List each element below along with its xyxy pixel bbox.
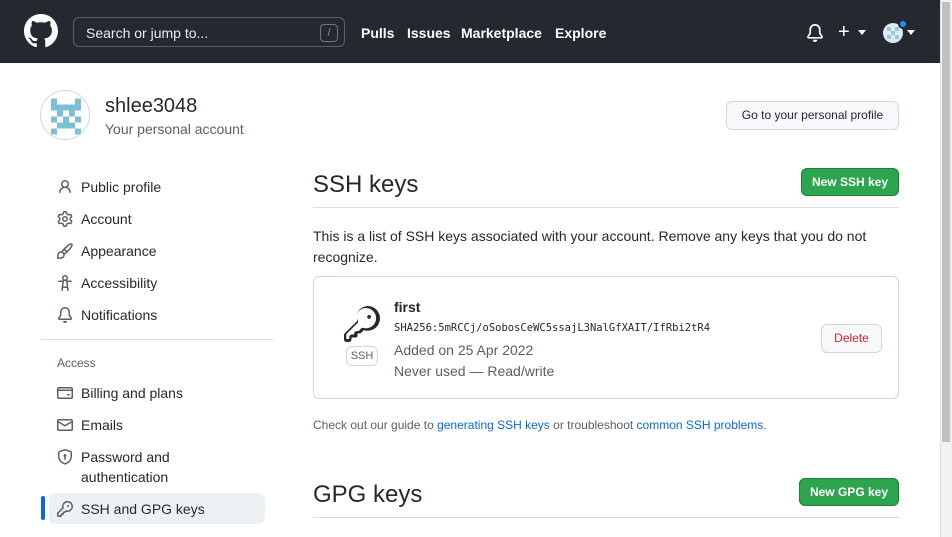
gpg-keys-heading: GPG keys	[313, 481, 423, 508]
nav-issues-link[interactable]: Issues	[407, 25, 451, 41]
key-icon	[57, 501, 73, 517]
nav-pulls-link[interactable]: Pulls	[361, 25, 394, 41]
scrollbar-thumb[interactable]	[942, 2, 950, 442]
search-shortcut-badge: /	[320, 24, 338, 42]
ssh-keys-heading: SSH keys	[313, 171, 419, 198]
ssh-heading-divider	[313, 207, 899, 208]
sidebar-item-label: SSH and GPG keys	[81, 501, 205, 517]
paintbrush-icon	[57, 243, 73, 259]
key-title: first	[394, 299, 421, 315]
search-input[interactable]: Search or jump to... /	[73, 17, 345, 47]
bell-icon	[57, 307, 72, 323]
ssh-help-text: Check out our guide to generating SSH ke…	[313, 418, 767, 432]
key-added-date: Added on 25 Apr 2022	[394, 342, 534, 358]
sidebar-item-billing[interactable]: Billing and plans	[53, 379, 265, 407]
notifications-bell-icon[interactable]	[806, 24, 824, 42]
person-icon	[59, 180, 71, 194]
nav-marketplace-link[interactable]: Marketplace	[461, 25, 542, 41]
mail-icon	[57, 419, 73, 431]
go-to-profile-button[interactable]: Go to your personal profile	[726, 101, 899, 130]
sidebar-item-label: Account	[81, 211, 132, 227]
sidebar-item-label-line2: authentication	[81, 469, 169, 485]
sidebar-access-heading: Access	[57, 356, 96, 370]
accessibility-icon	[58, 275, 72, 291]
sidebar-item-emails[interactable]: Emails	[53, 411, 265, 439]
gpg-heading-divider	[313, 517, 899, 518]
create-new-icon[interactable]: +	[838, 22, 850, 42]
new-ssh-key-button[interactable]: New SSH key	[801, 168, 899, 196]
sidebar-selected-indicator	[41, 496, 45, 520]
sidebar-item-account[interactable]: Account	[53, 205, 265, 233]
profile-avatar	[40, 90, 90, 140]
settings-page: Search or jump to... / Pulls Issues Mark…	[0, 0, 952, 537]
sidebar-item-accessibility[interactable]: Accessibility	[53, 269, 265, 297]
new-gpg-key-button[interactable]: New GPG key	[799, 478, 899, 506]
help-prefix: Check out our guide to	[313, 418, 438, 432]
sidebar-item-label: Accessibility	[81, 275, 158, 291]
sidebar-divider	[41, 339, 273, 340]
search-placeholder: Search or jump to...	[86, 25, 209, 41]
shield-lock-icon	[58, 449, 72, 465]
sidebar-item-label: Password and	[81, 449, 170, 465]
key-fingerprint: SHA256:5mRCCj/oSobosCeWC5ssajL3NalGfXAIT…	[394, 322, 711, 334]
profile-subtitle: Your personal account	[105, 121, 244, 137]
profile-username[interactable]: shlee3048	[105, 95, 197, 118]
key-type-badge: SSH	[346, 346, 378, 366]
help-suffix: .	[763, 418, 767, 432]
gear-icon	[57, 211, 73, 227]
generating-ssh-keys-link[interactable]: generating SSH keys	[437, 418, 550, 432]
top-header: Search or jump to... / Pulls Issues Mark…	[0, 0, 940, 63]
ssh-description: This is a list of SSH keys associated wi…	[313, 228, 867, 265]
sidebar-item-label: Appearance	[81, 243, 157, 259]
ssh-key-item	[313, 276, 899, 399]
github-logo-icon[interactable]	[24, 14, 58, 48]
common-ssh-problems-link[interactable]: common SSH problems	[637, 418, 764, 432]
key-icon	[344, 306, 380, 342]
delete-key-button[interactable]: Delete	[821, 324, 882, 353]
sidebar-item-notifications[interactable]: Notifications	[53, 301, 265, 329]
credit-card-icon	[57, 387, 73, 399]
sidebar-item-label: Emails	[81, 417, 124, 433]
sidebar-item-ssh-gpg-keys[interactable]: SSH and GPG keys	[53, 495, 265, 523]
key-usage: Never used — Read/write	[394, 363, 555, 379]
sidebar-item-label: Public profile	[81, 179, 162, 195]
sidebar-item-password-auth[interactable]: Password and authentication	[53, 443, 265, 489]
sidebar-item-appearance[interactable]: Appearance	[53, 237, 265, 265]
identicon-large-icon	[51, 98, 81, 135]
nav-explore-link[interactable]: Explore	[555, 25, 606, 41]
help-middle: or troubleshoot	[549, 418, 637, 432]
sidebar-item-public-profile[interactable]: Public profile	[53, 173, 265, 201]
notification-dot-icon	[898, 19, 908, 29]
sidebar-item-label: Notifications	[81, 307, 158, 323]
sidebar-item-label: Billing and plans	[81, 385, 183, 401]
user-menu-caret-icon[interactable]	[907, 30, 915, 35]
create-dropdown-caret-icon[interactable]	[858, 30, 866, 35]
